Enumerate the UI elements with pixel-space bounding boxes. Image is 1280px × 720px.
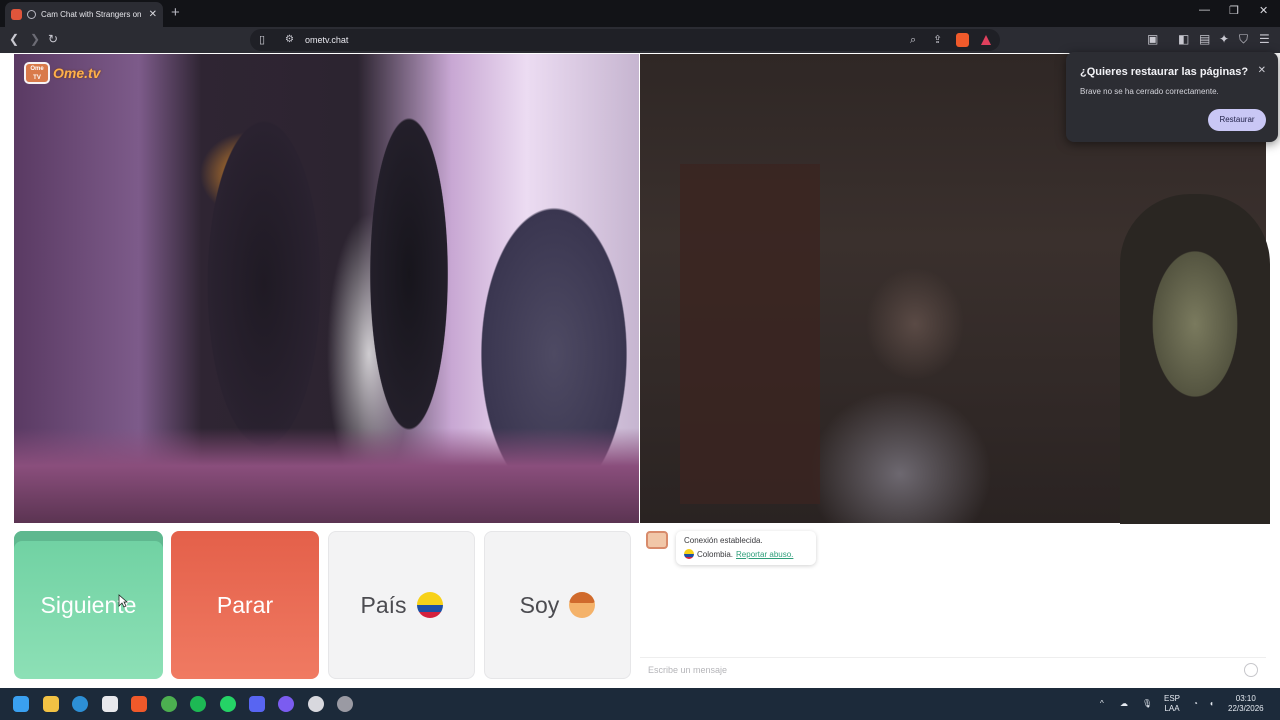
onedrive-icon[interactable]: ☁ bbox=[1120, 699, 1128, 709]
app-icon[interactable] bbox=[308, 696, 324, 712]
country-name: Colombia. bbox=[697, 549, 734, 559]
language-indicator[interactable]: ESP LAA bbox=[1164, 694, 1180, 714]
file-explorer-icon[interactable] bbox=[43, 696, 59, 712]
gender-label: Soy bbox=[519, 591, 560, 618]
tab-ometv[interactable]: Cam Chat with Strangers on Ome ✕ bbox=[5, 2, 163, 27]
tv-logo-icon: Ome TV bbox=[24, 62, 50, 84]
dialog-message: Brave no se ha cerrado correctamente. bbox=[1080, 87, 1219, 96]
site-settings-icon[interactable]: ⚙ bbox=[285, 34, 294, 46]
chat-panel: Conexión establecida. Colombia. Reportar… bbox=[640, 525, 1266, 681]
mouse-cursor-icon bbox=[118, 594, 128, 608]
share-icon[interactable]: ⇪ bbox=[933, 34, 942, 46]
bookmark-icon[interactable]: ▯ bbox=[259, 34, 265, 46]
sidebar-icon[interactable]: ◧ bbox=[1178, 33, 1189, 45]
chrome-icon[interactable] bbox=[161, 696, 177, 712]
language-code: ESP bbox=[1164, 694, 1181, 703]
whatsapp-icon[interactable] bbox=[220, 696, 236, 712]
country-label: País bbox=[360, 591, 407, 618]
new-tab-button[interactable]: + bbox=[171, 5, 180, 20]
ometv-page: Ome TV Ome.tv Siguiente Parar País Soy C… bbox=[0, 53, 1280, 688]
video-figure bbox=[1120, 194, 1270, 524]
tab-title: Cam Chat with Strangers on Ome bbox=[41, 10, 144, 19]
app-icon[interactable] bbox=[337, 696, 353, 712]
edge-icon[interactable] bbox=[72, 696, 88, 712]
clock[interactable]: 03:10 22/3/2026 bbox=[1228, 694, 1264, 714]
connection-text: Conexión establecida. bbox=[684, 536, 763, 545]
app-icon[interactable] bbox=[278, 696, 294, 712]
keyboard-layout: LAA bbox=[1164, 704, 1180, 713]
brave-shields-icon[interactable] bbox=[956, 33, 969, 47]
country-line: Colombia. Reportar abuso. bbox=[684, 549, 808, 559]
browser-toolbar: ❮ ❯ ↻ ▯ ⚙ ometv.chat ⌕ ⇪ ▣ ◧ ▤ ✦ ⛉ ☰ bbox=[0, 27, 1280, 53]
brave-icon[interactable] bbox=[131, 696, 147, 712]
colombia-flag-icon bbox=[416, 592, 443, 618]
dialog-title: ¿Quieres restaurar las páginas? bbox=[1080, 66, 1249, 78]
time: 03:10 bbox=[1235, 694, 1256, 703]
back-icon[interactable]: ❮ bbox=[9, 33, 19, 45]
tab-close-icon[interactable]: ✕ bbox=[149, 9, 157, 20]
ometv-avatar-icon bbox=[646, 531, 668, 549]
volume-icon[interactable]: ◖ bbox=[1209, 699, 1214, 709]
restore-pages-dialog: ¿Quieres restaurar las páginas? ✕ Brave … bbox=[1066, 52, 1278, 142]
restore-button[interactable]: Restaurar bbox=[1208, 109, 1266, 131]
stop-label: Parar bbox=[216, 591, 274, 618]
windows-taskbar: ^ ☁ 🎙 ESP LAA ◔ ◖ 03:10 22/3/2026 bbox=[0, 688, 1280, 720]
close-window-button[interactable]: ✕ bbox=[1259, 4, 1268, 17]
wallet-icon[interactable]: ▣ bbox=[1147, 33, 1158, 45]
url-text: ometv.chat bbox=[305, 35, 349, 45]
store-icon[interactable] bbox=[102, 696, 118, 712]
maximize-button[interactable]: ❐ bbox=[1229, 4, 1239, 17]
system-message: Conexión establecida. Colombia. Reportar… bbox=[676, 531, 816, 565]
discord-icon[interactable] bbox=[249, 696, 265, 712]
dialog-close-icon[interactable]: ✕ bbox=[1258, 65, 1266, 76]
ometv-logo[interactable]: Ome TV Ome.tv bbox=[24, 62, 100, 84]
date: 22/3/2026 bbox=[1228, 704, 1264, 713]
start-icon[interactable] bbox=[13, 696, 29, 712]
leo-ai-icon[interactable]: ✦ bbox=[1219, 33, 1229, 45]
reload-icon[interactable]: ↻ bbox=[48, 33, 58, 45]
address-bar[interactable]: ▯ ⚙ ometv.chat ⌕ ⇪ bbox=[250, 29, 1000, 51]
menu-icon[interactable]: ☰ bbox=[1259, 33, 1270, 45]
colombia-flag-icon bbox=[684, 549, 694, 559]
emoji-icon[interactable] bbox=[1244, 663, 1258, 677]
audio-recording-icon bbox=[27, 10, 36, 19]
tab-strip: Cam Chat with Strangers on Ome ✕ + — ❐ ✕ bbox=[0, 0, 1280, 27]
stranger-video: Ome TV Ome.tv bbox=[14, 54, 639, 523]
zoom-icon[interactable]: ⌕ bbox=[910, 34, 916, 46]
minimize-button[interactable]: — bbox=[1199, 4, 1210, 16]
youtube-favicon-icon bbox=[11, 9, 22, 20]
wallet-app-icon[interactable]: ▤ bbox=[1199, 33, 1210, 45]
next-button[interactable]: Siguiente bbox=[14, 531, 163, 679]
tray-chevron-icon[interactable]: ^ bbox=[1100, 699, 1104, 709]
report-abuse-link[interactable]: Reportar abuso. bbox=[736, 550, 793, 559]
logo-text: Ome.tv bbox=[53, 65, 101, 81]
country-button[interactable]: País bbox=[328, 531, 475, 679]
gender-button[interactable]: Soy bbox=[484, 531, 631, 679]
stop-button[interactable]: Parar bbox=[171, 531, 319, 679]
message-placeholder: Escribe un mensaje bbox=[648, 665, 728, 675]
microphone-icon[interactable]: 🎙 bbox=[1142, 699, 1152, 709]
spotify-icon[interactable] bbox=[190, 696, 206, 712]
wifi-icon[interactable]: ◔ bbox=[1193, 699, 1198, 709]
boy-emoji-icon bbox=[569, 592, 596, 618]
video-bed bbox=[14, 428, 639, 523]
video-background-object bbox=[680, 164, 820, 504]
message-input[interactable]: Escribe un mensaje bbox=[640, 657, 1266, 681]
forward-icon[interactable]: ❯ bbox=[30, 33, 40, 45]
brave-rewards-icon[interactable] bbox=[981, 35, 991, 45]
vpn-icon[interactable]: ⛉ bbox=[1239, 33, 1248, 45]
